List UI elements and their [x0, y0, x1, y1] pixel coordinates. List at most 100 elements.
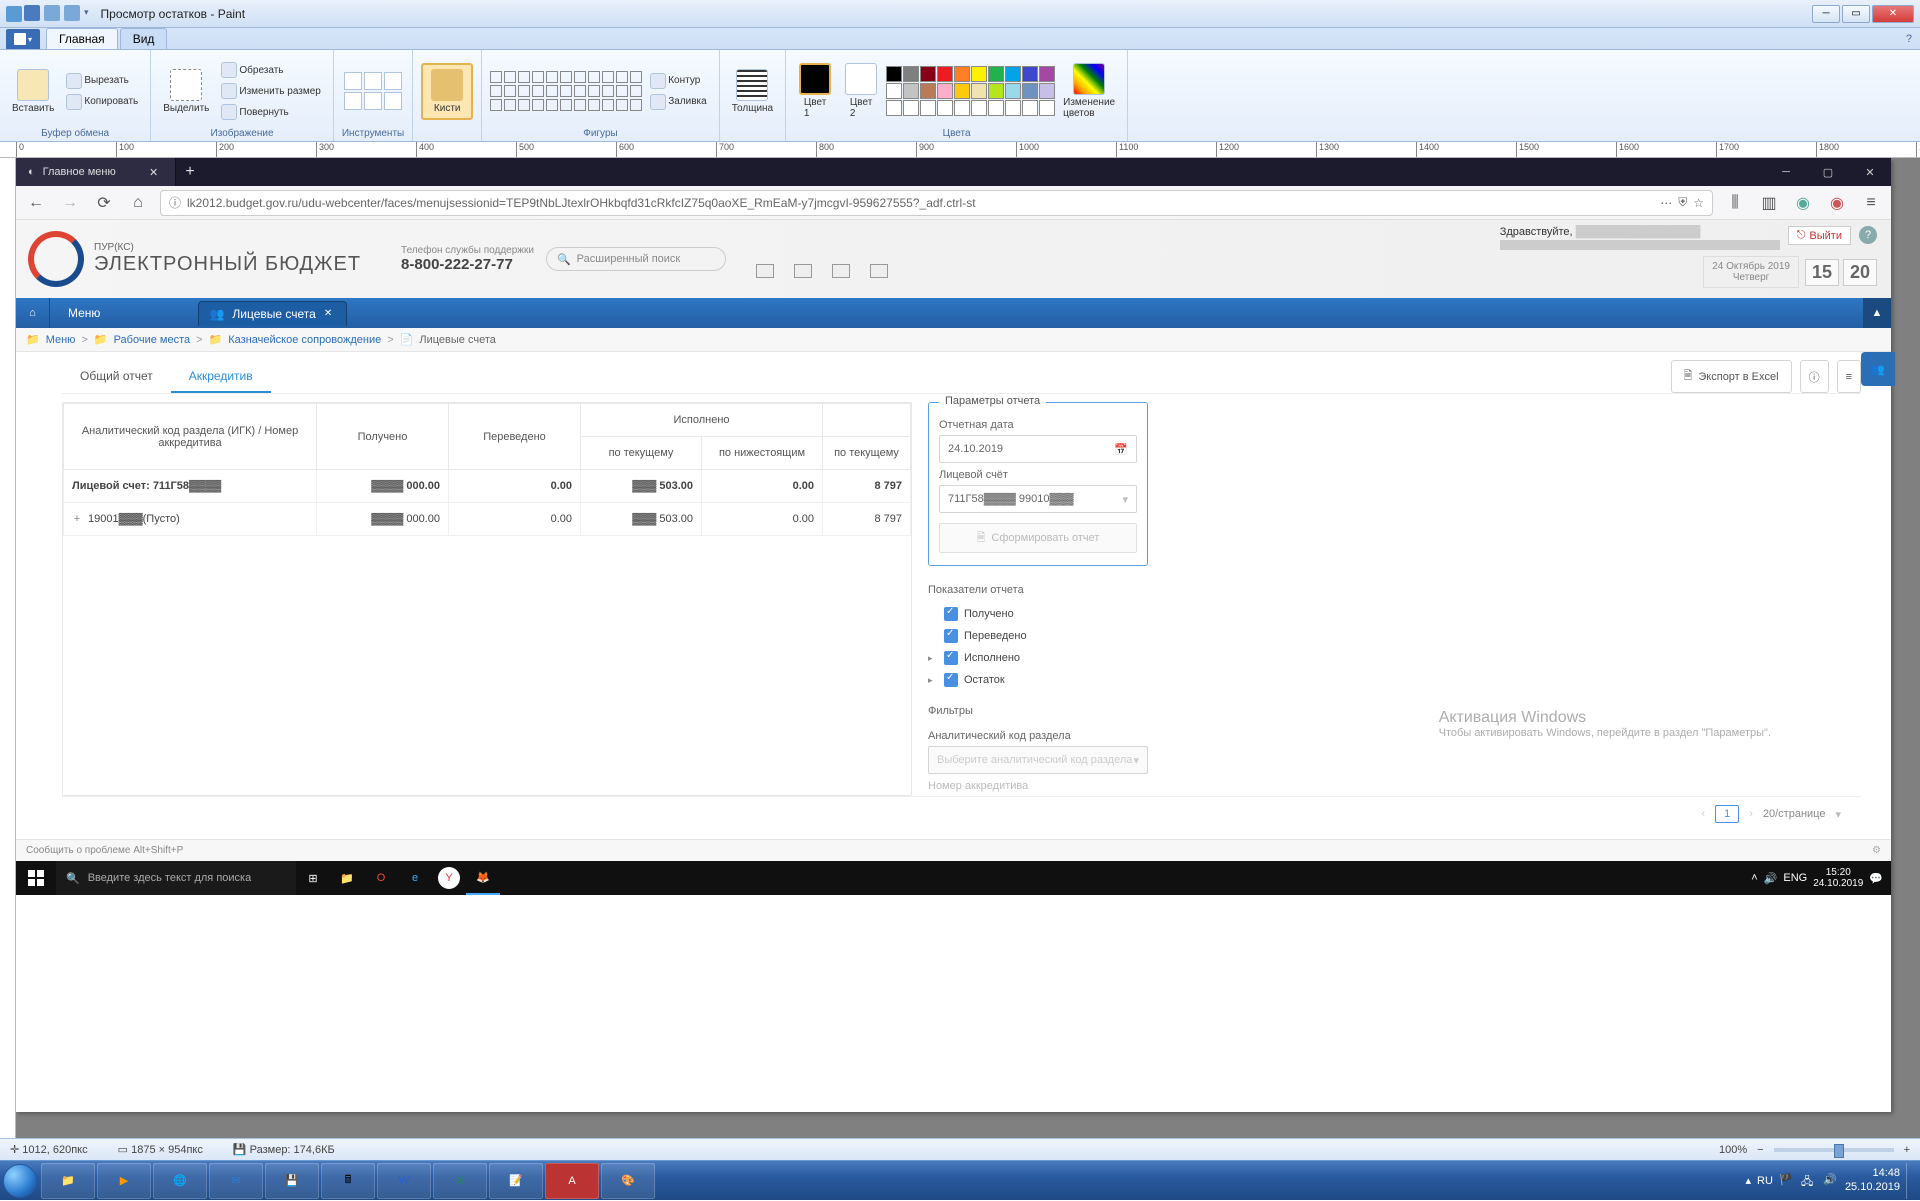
color2-button[interactable]: Цвет 2 — [840, 61, 882, 121]
address-bar[interactable]: ⓘ lk2012.budget.gov.ru/udu-webcenter/fac… — [160, 190, 1713, 216]
inner-yandex-icon[interactable]: Y — [438, 867, 460, 889]
nav-menu-button[interactable]: Меню — [50, 306, 118, 320]
brushes-button[interactable]: Кисти — [421, 63, 473, 120]
inner-firefox-icon[interactable]: 🦊 — [466, 861, 500, 895]
inner-opera-icon[interactable]: O — [364, 861, 398, 895]
forward-button[interactable]: → — [58, 191, 82, 215]
generate-report-button[interactable]: 🗎Сформировать отчет — [939, 523, 1137, 553]
pencil-tool[interactable] — [344, 72, 362, 90]
text-tool[interactable] — [384, 72, 402, 90]
nav-tab-close-icon[interactable]: ✕ — [324, 308, 332, 319]
zoom-in-button[interactable]: + — [1904, 1144, 1910, 1156]
show-desktop-button[interactable] — [1906, 1163, 1914, 1199]
qat-undo-icon[interactable] — [44, 5, 60, 21]
settings-gear-icon[interactable]: ⚙ — [1872, 845, 1881, 856]
report-date-input[interactable]: 24.10.2019📅 — [939, 435, 1137, 463]
tb-outlook[interactable]: ✉ — [209, 1163, 263, 1199]
pager-size[interactable]: 20/странице — [1763, 808, 1826, 820]
hdr-list-icon[interactable] — [756, 264, 774, 278]
zoom-out-button[interactable]: − — [1757, 1144, 1763, 1156]
tb-chrome[interactable]: 🌐 — [153, 1163, 207, 1199]
zoom-slider[interactable] — [1774, 1148, 1894, 1152]
color-palette[interactable] — [886, 66, 1055, 116]
inner-explorer-icon[interactable]: 📁 — [330, 861, 364, 895]
settings-button[interactable]: ≡ — [1837, 360, 1861, 393]
qat-save-icon[interactable] — [24, 5, 40, 21]
taskbar-clock[interactable]: 14:48 25.10.2019 — [1845, 1167, 1900, 1193]
cut-button[interactable]: Вырезать — [62, 71, 142, 91]
tb-calc[interactable]: 🖩 — [321, 1163, 375, 1199]
inner-taskview-icon[interactable]: ⊞ — [296, 861, 330, 895]
export-excel-button[interactable]: 🗎Экспорт в Excel — [1671, 360, 1792, 393]
url-more-icon[interactable]: ⋯ — [1660, 196, 1672, 210]
advanced-search[interactable]: 🔍 Расширенный поиск — [546, 247, 726, 271]
fill-tool[interactable] — [364, 72, 382, 90]
inner-volume-icon[interactable]: 🔊 — [1764, 872, 1778, 885]
ext2-icon[interactable]: ◉ — [1825, 191, 1849, 215]
table-row[interactable]: Лицевой счет: 711Г58▓▓▓▓▓▓▓▓ 000.000.00▓… — [64, 470, 911, 503]
tb-save[interactable]: 💾 — [265, 1163, 319, 1199]
chk-transferred[interactable]: Переведено — [928, 625, 1148, 647]
edit-colors-button[interactable]: Изменение цветов — [1059, 61, 1119, 121]
reload-button[interactable]: ⟳ — [92, 191, 116, 215]
inner-start-button[interactable] — [16, 861, 56, 895]
browser-tab[interactable]: ◐ Главное меню ✕ — [16, 158, 176, 186]
menu-button[interactable]: ≡ — [1859, 191, 1883, 215]
shape-outline[interactable]: Контур — [646, 71, 711, 91]
select-button[interactable]: Выделить — [159, 67, 213, 116]
browser-close[interactable]: ✕ — [1849, 158, 1891, 186]
ribbon-help-icon[interactable]: ? — [1898, 33, 1920, 49]
maximize-button[interactable]: ▭ — [1842, 5, 1870, 23]
browser-minimize[interactable]: ─ — [1765, 158, 1807, 186]
browser-maximize[interactable]: ▢ — [1807, 158, 1849, 186]
nav-home-icon[interactable]: ⌂ — [16, 298, 50, 328]
tb-word[interactable]: W — [377, 1163, 431, 1199]
close-button[interactable]: ✕ — [1872, 5, 1914, 23]
hdr-ic2[interactable] — [794, 264, 812, 278]
new-tab-button[interactable]: + — [176, 163, 204, 181]
tray-volume-icon[interactable]: 🔊 — [1823, 1173, 1839, 1189]
pager-page[interactable]: 1 — [1715, 805, 1739, 823]
bc-menu[interactable]: Меню — [46, 334, 76, 346]
chk-executed[interactable]: ▸Исполнено — [928, 647, 1148, 669]
tray-up-icon[interactable]: ▴ — [1746, 1174, 1752, 1187]
zoom-tool[interactable] — [384, 92, 402, 110]
filter-code-select[interactable]: Выберите аналитический код раздела▾ — [928, 746, 1148, 774]
tb-pdf[interactable]: A — [545, 1163, 599, 1199]
chk-received[interactable]: Получено — [928, 603, 1148, 625]
stroke-button[interactable]: Толщина — [728, 67, 777, 116]
help-icon[interactable]: ? — [1859, 226, 1877, 244]
pager-prev[interactable]: ‹ — [1701, 808, 1705, 820]
bc-treasury[interactable]: Казначейское сопровождение — [228, 334, 381, 346]
inner-clock[interactable]: 15:20 24.10.2019 — [1813, 867, 1863, 889]
tb-paint[interactable]: 🎨 — [601, 1163, 655, 1199]
hdr-ic3[interactable] — [832, 264, 850, 278]
shape-fill[interactable]: Заливка — [646, 92, 711, 112]
tb-excel[interactable]: X — [433, 1163, 487, 1199]
resize-button[interactable]: Изменить размер — [217, 81, 324, 101]
tab-general-report[interactable]: Общий отчет — [62, 361, 171, 393]
inner-search-box[interactable]: 🔍Введите здесь текст для поиска — [56, 861, 296, 895]
tray-network-icon[interactable]: 🖧 — [1801, 1173, 1817, 1189]
sidebar-icon[interactable]: ▥ — [1757, 191, 1781, 215]
tb-explorer[interactable]: 📁 — [41, 1163, 95, 1199]
inner-notif-icon[interactable]: 💬 — [1869, 872, 1883, 885]
library-icon[interactable]: ⫼ — [1723, 191, 1747, 215]
paste-button[interactable]: Вставить — [8, 67, 58, 116]
copy-button[interactable]: Копировать — [62, 92, 142, 112]
crop-button[interactable]: Обрезать — [217, 60, 324, 80]
tab-close-icon[interactable]: ✕ — [149, 166, 163, 179]
hdr-mail-icon[interactable] — [870, 264, 888, 278]
inner-lang[interactable]: ENG — [1783, 872, 1807, 884]
nav-tab-accounts[interactable]: 👥 Лицевые счета ✕ — [198, 301, 347, 326]
paint-canvas[interactable]: ◐ Главное меню ✕ + ─ ▢ ✕ ← → ⟳ ⌂ — [16, 158, 1891, 1112]
account-select[interactable]: 711Г58▓▓▓▓ 99010▓▓▓▾ — [939, 485, 1137, 513]
chk-balance[interactable]: ▸Остаток — [928, 669, 1148, 691]
home-button[interactable]: ⌂ — [126, 191, 150, 215]
table-row[interactable]: +19001▓▓▓(Пусто)▓▓▓▓ 000.000.00▓▓▓ 503.0… — [64, 503, 911, 536]
tray-flag-icon[interactable]: 🏴 — [1779, 1173, 1795, 1189]
tb-notepad[interactable]: 📝 — [489, 1163, 543, 1199]
color1-button[interactable]: Цвет 1 — [794, 61, 836, 121]
tab-accreditive[interactable]: Аккредитив — [171, 361, 271, 393]
file-tab[interactable]: ▾ — [6, 29, 40, 49]
